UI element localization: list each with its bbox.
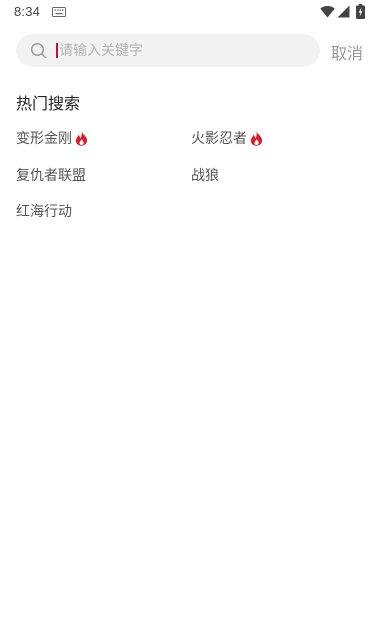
status-time: 8:34 <box>14 4 41 19</box>
hot-search-item-label: 变形金刚 <box>16 131 72 147</box>
battery-icon <box>356 4 365 19</box>
status-bar: 8:34 <box>0 0 380 24</box>
hot-search-item[interactable]: 红海行动 <box>16 201 72 221</box>
hot-search-item[interactable]: 复仇者联盟 <box>16 165 86 185</box>
hot-search-item-label: 火影忍者 <box>191 131 247 147</box>
hot-search-title: 热门搜索 <box>16 94 81 113</box>
search-icon <box>30 42 47 59</box>
fire-icon <box>75 130 88 146</box>
cancel-button[interactable]: 取消 <box>331 40 363 64</box>
fire-icon <box>250 130 263 146</box>
hot-search-item[interactable]: 变形金刚 <box>16 128 88 148</box>
search-input[interactable] <box>59 34 309 67</box>
hot-search-item-label: 战狼 <box>191 168 219 184</box>
hot-search-item[interactable]: 火影忍者 <box>191 128 263 148</box>
hot-search-item-label: 复仇者联盟 <box>16 168 86 184</box>
wifi-icon <box>320 6 335 18</box>
cellular-signal-icon <box>337 5 350 18</box>
keyboard-icon <box>52 7 66 17</box>
hot-search-item[interactable]: 战狼 <box>191 165 219 185</box>
hot-search-item-label: 红海行动 <box>16 204 72 220</box>
text-cursor <box>56 43 58 58</box>
search-box[interactable] <box>16 34 320 67</box>
